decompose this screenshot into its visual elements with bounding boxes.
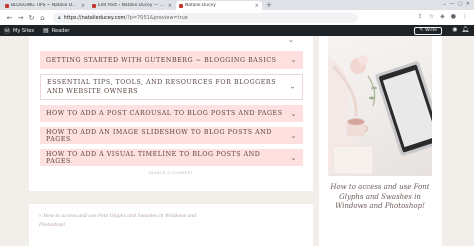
site-favicon-icon: [92, 3, 96, 8]
accordion-item-image-slideshow[interactable]: HOW TO ADD AN IMAGE SLIDESHOW TO BLOG PO…: [40, 127, 303, 144]
reload-icon[interactable]: ↻: [26, 14, 37, 22]
wp-admin-bar: Ⓦ My Sites ▤ Reader ✎ Write ◉ 🔔︎: [0, 25, 474, 36]
accordion-item-label: ESSENTIAL TIPS, TOOLS, AND RESOURCES FOR…: [47, 79, 277, 95]
accordion-item-label: HOW TO ADD AN IMAGE SLIDESHOW TO BLOG PO…: [46, 128, 272, 143]
accordion-item-label: GETTING STARTED WITH GUTENBERG ~ BLOGGIN…: [46, 56, 277, 64]
notifications-bell-icon[interactable]: 🔔︎: [461, 26, 469, 33]
browser-tab-natalie-ducey[interactable]: Natalie Ducey ×: [176, 1, 262, 10]
write-button[interactable]: ✎ Write: [414, 26, 442, 35]
chevron-down-icon: ⌄: [290, 56, 297, 64]
accordion-item-label: HOW TO ADD A VISUAL TIMELINE TO BLOG POS…: [46, 150, 261, 165]
close-tab-icon[interactable]: ×: [168, 3, 172, 9]
chevron-down-icon: ⌄: [289, 82, 296, 91]
reader-link[interactable]: Reader: [52, 28, 70, 34]
featured-post-title[interactable]: How to access and use Font Glyphs and Sw…: [328, 183, 432, 212]
url-host: https://natalieducey.com: [63, 14, 126, 21]
wordpress-logo-icon: Ⓦ: [4, 28, 11, 35]
chevron-down-icon: ⌄: [290, 109, 297, 118]
chevron-down-icon: ⌄: [290, 131, 297, 140]
site-favicon-icon: [179, 3, 183, 8]
featured-post-image[interactable]: [328, 36, 432, 176]
url-path: /?p=7051&preview=true: [125, 14, 188, 21]
chevron-down-icon: ⌄: [290, 153, 297, 162]
accordion-item-visual-timeline[interactable]: HOW TO ADD A VISUAL TIMELINE TO BLOG POS…: [40, 149, 303, 166]
browser-tab-strip: BLOGGING TIPS ~ Natalie Ducey × Edit Pos…: [0, 0, 474, 10]
tab-title: Natalie Ducey: [185, 3, 216, 8]
share-icon[interactable]: ⇪: [418, 13, 423, 20]
window-controls[interactable]: ⌄ — ▢ ✕: [442, 1, 470, 7]
flatlay-illustration: [328, 55, 432, 176]
my-sites-link[interactable]: My Sites: [13, 28, 34, 34]
chevron-down-icon[interactable]: ⌄: [288, 36, 294, 44]
browser-tab-edit-post[interactable]: Edit Post ‹ Natalie Ducey — Wo ×: [89, 1, 175, 10]
extensions-icon[interactable]: ◈: [440, 13, 445, 20]
tab-title: Edit Post ‹ Natalie Ducey — Wo: [98, 3, 166, 8]
accordion-item-essential-tips[interactable]: ESSENTIAL TIPS, TOOLS, AND RESOURCES FOR…: [40, 74, 303, 100]
reader-icon: ▤: [43, 27, 49, 34]
close-tab-icon[interactable]: ×: [81, 3, 85, 9]
wp-logo-item[interactable]: Ⓦ My Sites: [4, 26, 34, 36]
post-content-card: ⌄ GETTING STARTED WITH GUTENBERG ~ BLOGG…: [29, 36, 313, 191]
avatar-icon[interactable]: ◉: [452, 26, 457, 33]
accordion-item-gutenberg[interactable]: GETTING STARTED WITH GUTENBERG ~ BLOGGIN…: [40, 51, 303, 69]
lock-icon: 🔒︎: [58, 14, 61, 21]
browser-tab-blogging-tips[interactable]: BLOGGING TIPS ~ Natalie Ducey ×: [2, 1, 88, 10]
pencil-icon: ✎: [419, 28, 424, 33]
wp-admin-right: ◉ 🔔︎: [452, 26, 469, 33]
write-label: Write: [425, 28, 437, 33]
previous-post-link[interactable]: « How to access and use Font Glyphs and …: [39, 212, 209, 230]
new-tab-button[interactable]: +: [266, 1, 272, 10]
page-content: ⌄ GETTING STARTED WITH GUTENBERG ~ BLOGG…: [0, 36, 474, 246]
address-bar[interactable]: 🔒︎ https://natalieducey.com/?p=7051&prev…: [53, 12, 358, 23]
bookmark-star-icon[interactable]: ☆: [429, 13, 434, 20]
site-favicon-icon: [5, 3, 9, 8]
forward-icon[interactable]: →: [15, 14, 26, 22]
browser-toolbar: ← → ↻ ⌂ 🔒︎ https://natalieducey.com/?p=7…: [0, 10, 474, 25]
menu-icon[interactable]: ⋮: [462, 13, 468, 20]
profile-icon[interactable]: ●: [451, 13, 456, 20]
tab-title: BLOGGING TIPS ~ Natalie Ducey: [11, 3, 79, 8]
reader-item[interactable]: ▤ Reader: [43, 27, 69, 34]
accordion-item-post-carousal[interactable]: HOW TO ADD A POST CAROUSAL TO BLOG POSTS…: [40, 105, 303, 122]
home-icon[interactable]: ⌂: [37, 14, 48, 22]
sidebar-card: How to access and use Font Glyphs and Sw…: [319, 36, 442, 246]
post-navigation-card: « How to access and use Font Glyphs and …: [29, 204, 313, 246]
browser-actions: ⇪ ☆ ◈ ● ⋮: [418, 13, 468, 20]
close-tab-icon[interactable]: ×: [255, 3, 259, 9]
accordion-caption: SEARCH & COMMENT: [148, 171, 194, 175]
back-icon[interactable]: ←: [4, 14, 15, 22]
accordion-item-label: HOW TO ADD A POST CAROUSAL TO BLOG POSTS…: [46, 110, 283, 117]
